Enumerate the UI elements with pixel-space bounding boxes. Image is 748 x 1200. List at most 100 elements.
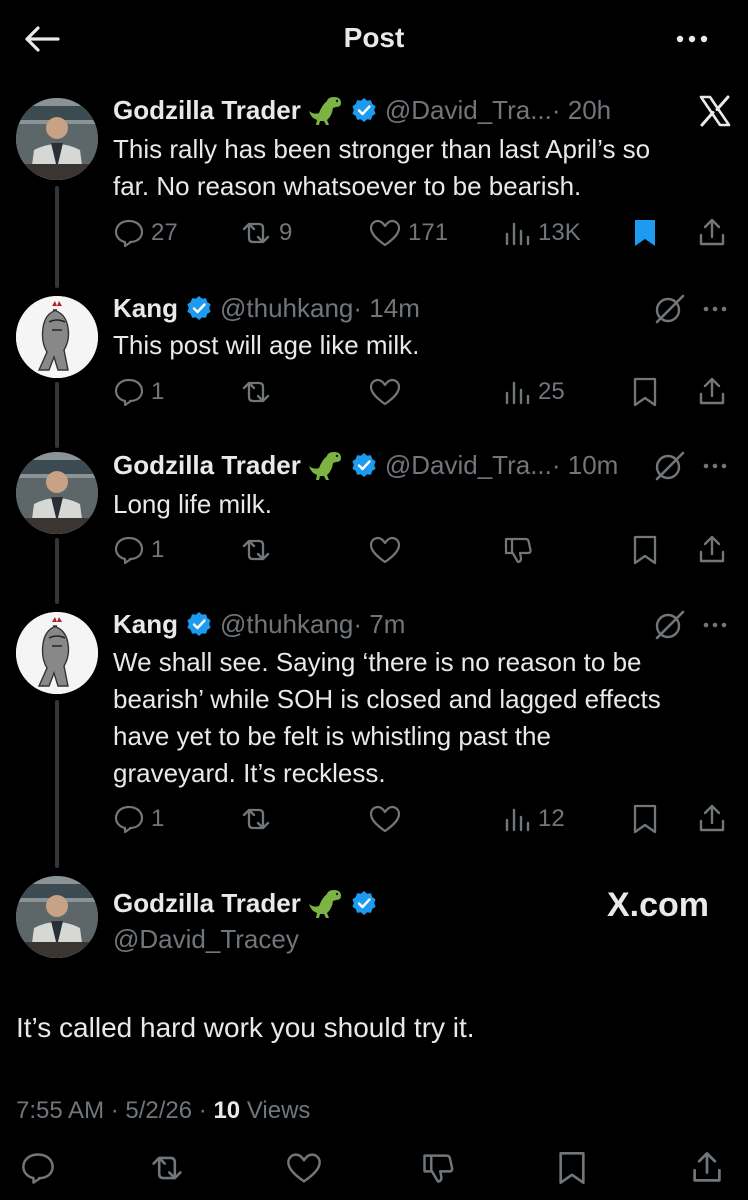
user-handle[interactable]: @thuhkang	[220, 608, 353, 640]
more-options-icon[interactable]	[700, 456, 734, 476]
share-icon	[699, 377, 725, 405]
action-bar: 1 12	[113, 799, 733, 839]
display-name[interactable]: Godzilla Trader	[113, 888, 301, 919]
user-handle[interactable]: @David_Tra...	[385, 94, 552, 126]
like-button[interactable]	[368, 372, 402, 412]
post-time[interactable]: · 7m	[353, 608, 405, 640]
heart-icon	[369, 536, 401, 564]
repost-button[interactable]	[239, 799, 273, 839]
repost-button[interactable]	[148, 1148, 186, 1188]
post-text-line: far. No reason whatsoever to be bearish.	[113, 171, 582, 201]
repost-count: 9	[279, 219, 293, 246]
user-handle[interactable]: @thuhkang	[220, 292, 353, 324]
share-button[interactable]	[690, 1148, 724, 1188]
share-icon	[693, 1152, 721, 1182]
share-button[interactable]	[697, 372, 727, 412]
heart-icon	[369, 219, 401, 247]
page-title: Post	[343, 22, 405, 53]
reply-button[interactable]: 1	[113, 530, 164, 570]
reply-button[interactable]: 1	[113, 372, 164, 412]
share-button[interactable]	[697, 530, 727, 570]
action-bar: 1 25	[113, 372, 733, 412]
avatar[interactable]	[16, 876, 98, 958]
views-chart-icon	[505, 808, 530, 832]
repost-icon	[242, 381, 270, 403]
post-text-line: bearish’ while SOH is closed and lagged …	[113, 684, 661, 714]
share-button[interactable]	[697, 799, 727, 839]
reply-button[interactable]: 1	[113, 799, 164, 839]
repost-icon	[242, 222, 270, 244]
bookmark-button[interactable]	[556, 1148, 588, 1188]
views-button[interactable]: 13K	[502, 213, 581, 253]
grok-icon[interactable]	[652, 608, 686, 642]
repost-icon	[242, 808, 270, 830]
like-button[interactable]	[285, 1148, 323, 1188]
post-time[interactable]: · 10m	[552, 449, 618, 481]
post-time[interactable]: · 14m	[353, 292, 419, 324]
repost-button[interactable]: 9	[239, 213, 292, 253]
x-logo-icon	[698, 94, 732, 128]
heart-icon	[369, 805, 401, 833]
post-text-line: graveyard. It’s reckless.	[113, 758, 386, 788]
main-action-bar	[0, 1148, 748, 1192]
bookmark-icon	[559, 1151, 585, 1185]
more-options-icon[interactable]	[700, 615, 734, 635]
post-text: This post will age like milk.	[113, 327, 419, 364]
like-button[interactable]	[368, 799, 402, 839]
thread-line	[55, 382, 59, 448]
bookmark-button[interactable]	[631, 372, 659, 412]
reply-icon	[114, 805, 144, 834]
x-com-watermark: X.com	[607, 886, 710, 924]
bookmark-icon	[633, 535, 657, 565]
post-timestamp[interactable]: 7:55 AM · 5/2/26 ·	[16, 1097, 207, 1124]
views-button[interactable]: 12	[502, 799, 565, 839]
views-chart-icon	[505, 222, 530, 246]
like-button[interactable]: 171	[368, 213, 448, 253]
bookmark-button[interactable]	[631, 530, 659, 570]
bookmark-button[interactable]	[631, 799, 659, 839]
dinosaur-emoji-icon	[308, 94, 343, 126]
bookmark-button[interactable]	[631, 213, 659, 253]
avatar[interactable]	[16, 296, 98, 378]
repost-icon	[242, 539, 270, 561]
share-icon	[699, 804, 725, 832]
verified-badge-icon	[351, 452, 377, 478]
share-button[interactable]	[697, 213, 727, 253]
display-name[interactable]: Godzilla Trader	[113, 449, 301, 481]
display-name[interactable]: Kang	[113, 608, 178, 640]
reply-button[interactable]: 27	[113, 213, 178, 253]
grok-icon[interactable]	[652, 292, 686, 326]
avatar[interactable]	[16, 612, 98, 694]
more-options-icon[interactable]	[700, 299, 734, 319]
main-post-header: Godzilla Trader	[113, 887, 377, 919]
post-time[interactable]: · 20h	[552, 94, 611, 126]
views-button[interactable]: 25	[502, 372, 565, 412]
reply-count: 1	[151, 536, 165, 563]
user-handle[interactable]: @David_Tra...	[385, 449, 552, 481]
grok-icon[interactable]	[652, 449, 686, 483]
display-name[interactable]: Kang	[113, 292, 178, 324]
reply-count: 1	[151, 378, 165, 405]
avatar[interactable]	[16, 98, 98, 180]
display-name[interactable]: Godzilla Trader	[113, 94, 301, 126]
views-chart-icon	[505, 381, 530, 405]
dislike-button[interactable]	[502, 530, 534, 570]
repost-button[interactable]	[239, 530, 273, 570]
post-text-line: have yet to be felt is whistling past th…	[113, 721, 551, 751]
dinosaur-emoji-icon	[308, 449, 343, 481]
reply-icon	[22, 1153, 54, 1184]
dislike-button[interactable]	[420, 1148, 456, 1188]
avatar[interactable]	[16, 452, 98, 534]
dinosaur-emoji-icon	[308, 887, 343, 919]
more-options-icon[interactable]	[672, 24, 712, 54]
reply-icon	[114, 219, 144, 248]
repost-icon	[152, 1156, 182, 1180]
like-button[interactable]	[368, 530, 402, 570]
post-text-line: This post will age like milk.	[113, 330, 420, 360]
view-count: 13K	[538, 219, 581, 246]
reply-button[interactable]	[20, 1148, 56, 1188]
post-text-line: We shall see. Saying ‘there is no reason…	[113, 647, 642, 677]
user-handle[interactable]: @David_Tracey	[113, 924, 299, 955]
repost-button[interactable]	[239, 372, 273, 412]
post-text-line: Long life milk.	[113, 489, 272, 519]
